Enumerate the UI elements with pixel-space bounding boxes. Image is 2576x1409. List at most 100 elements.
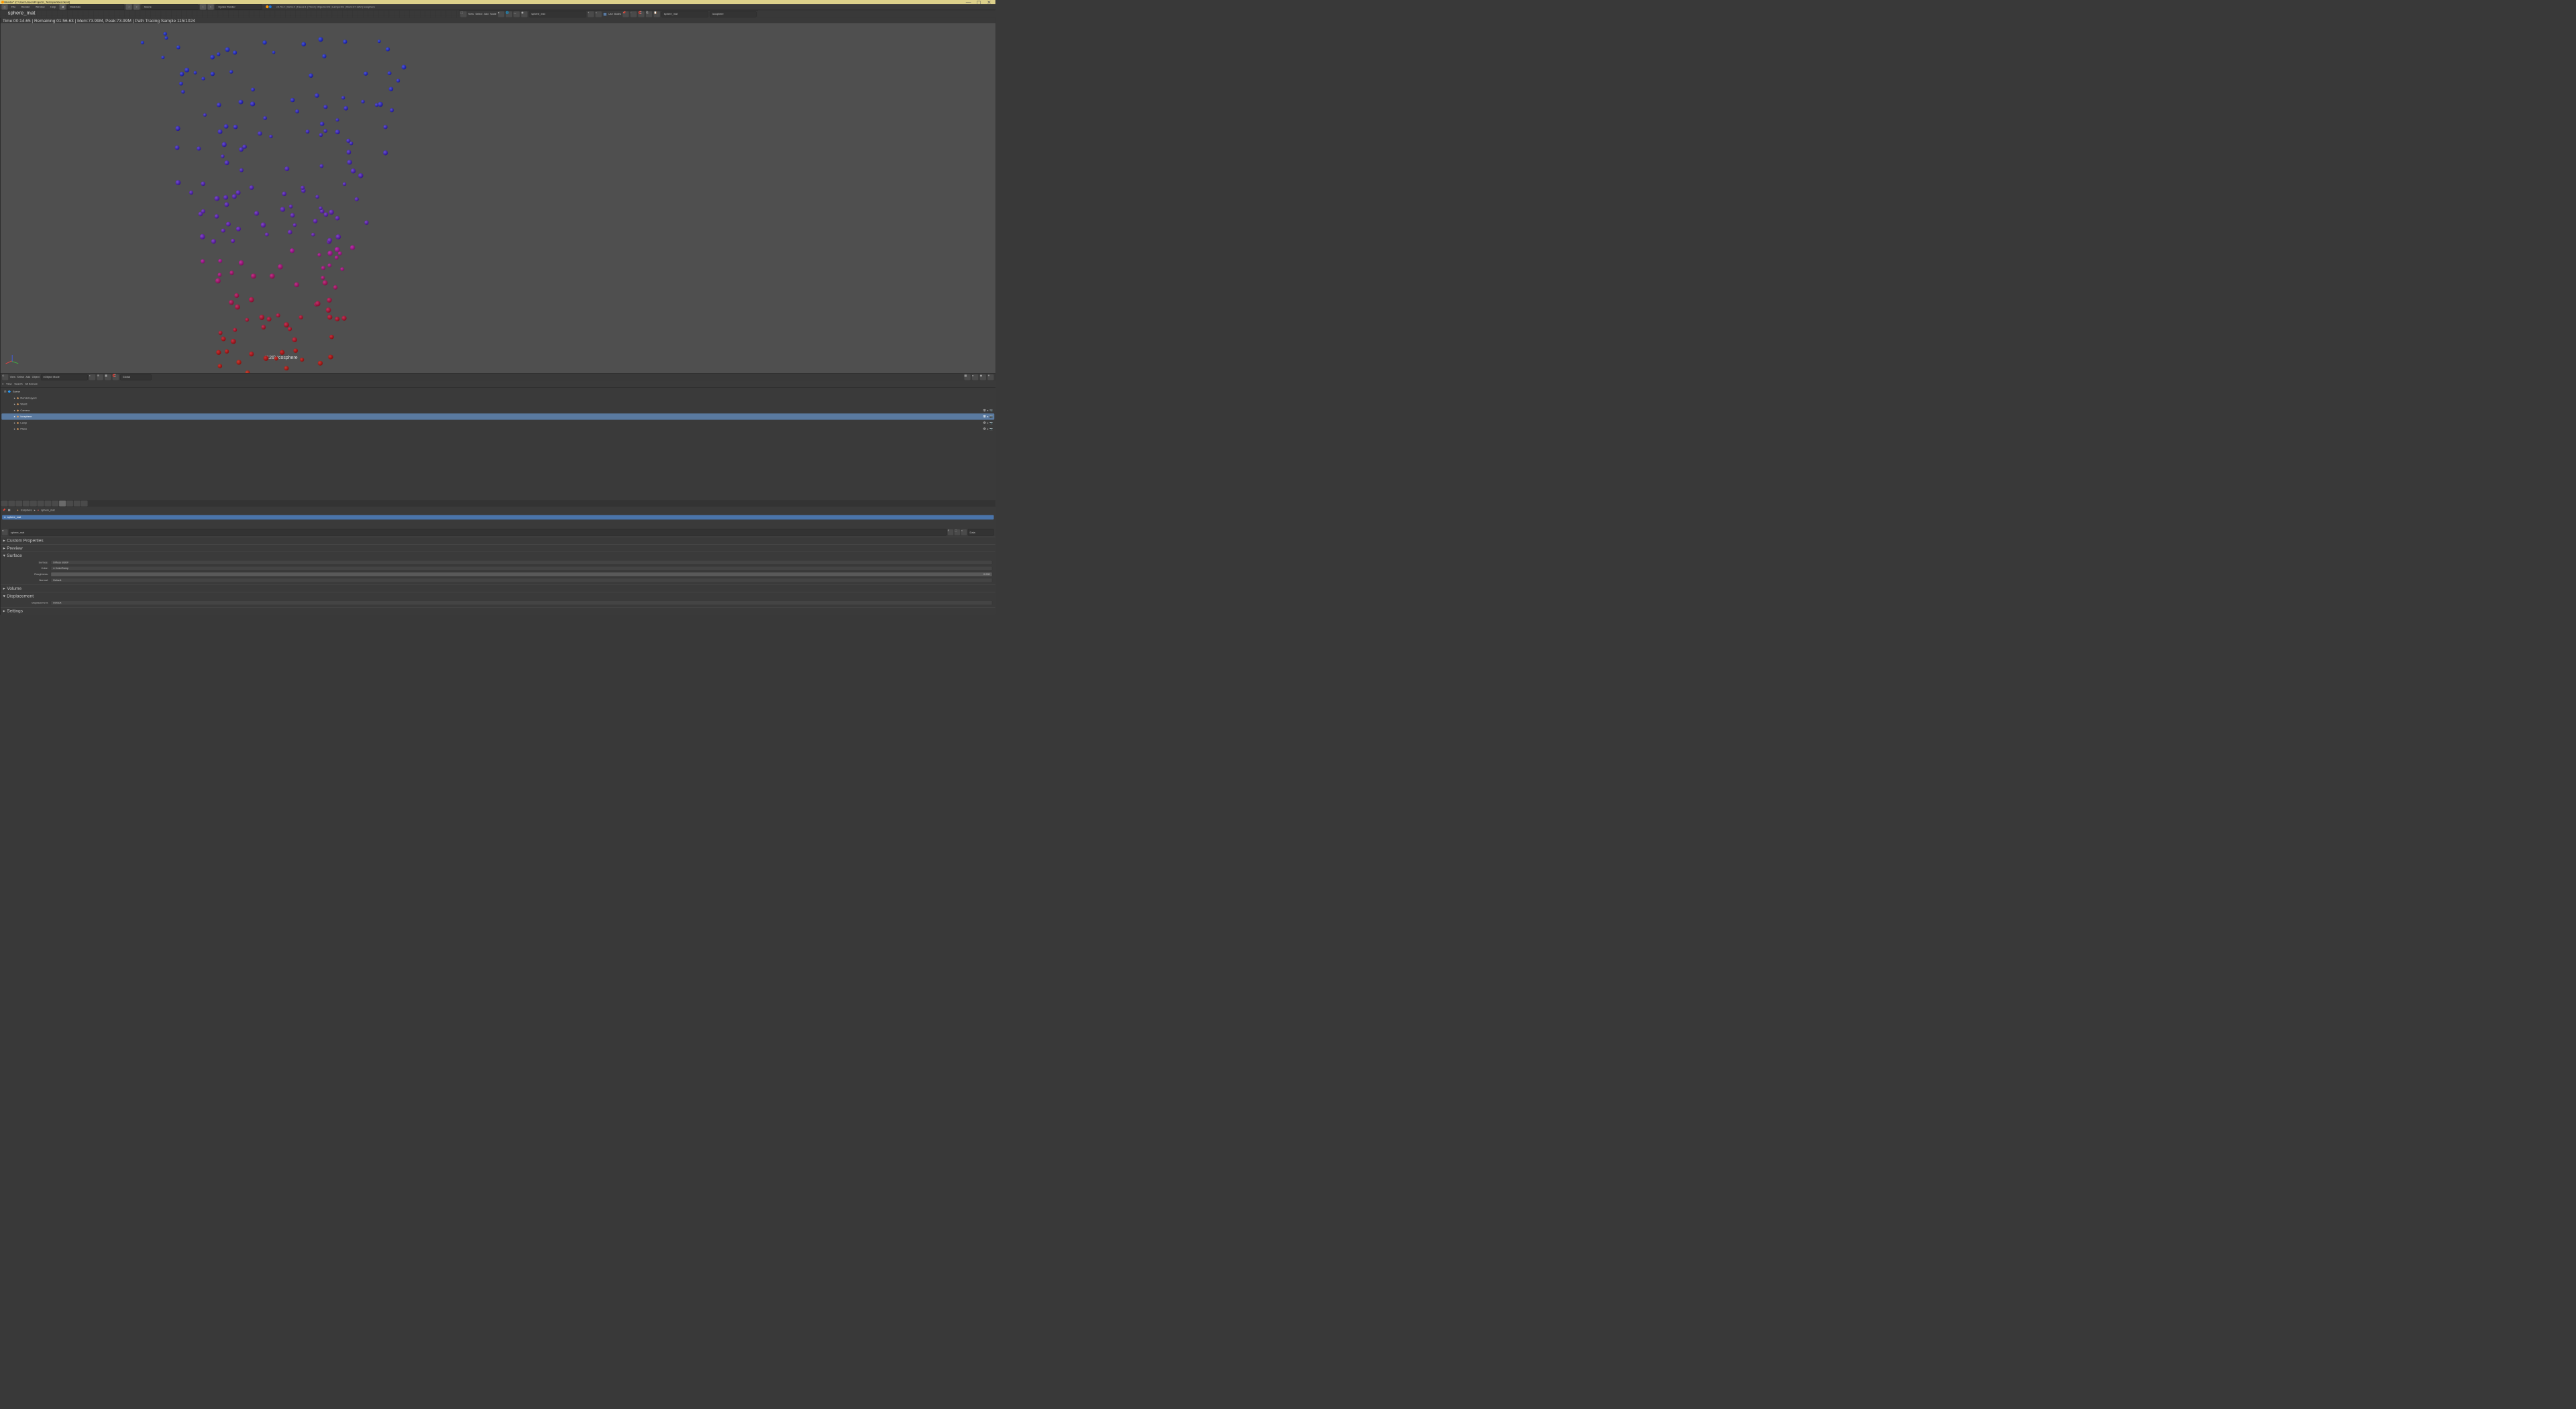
tree-type-icon[interactable]: ◉ [521,11,527,17]
3d-viewport[interactable]: ✛ (126) Icosphere [1,23,996,373]
panel-displacement[interactable]: Displacement [1,592,996,600]
menu-search[interactable]: Search [14,382,22,385]
mode-dropdown[interactable]: ● Object Mode [41,374,88,380]
tab-renderlayers[interactable] [8,501,15,507]
panel-volume[interactable]: Volume [1,585,996,592]
snap-icon[interactable]: 🧲 [638,11,644,17]
world-type-icon[interactable]: 🌐 [506,11,512,17]
menu-add[interactable]: Add [25,376,30,378]
outliner-item[interactable]: ▸◆Plane👁▸📷 [1,426,994,432]
layout-add-button[interactable]: + [125,4,131,10]
render-mode-mat-icon[interactable]: ◉ [980,374,986,380]
go-parent-icon[interactable]: ↑ [631,11,637,17]
particle-sphere [276,313,280,317]
menu-view[interactable]: View [468,13,474,15]
menu-node[interactable]: Node [490,13,496,15]
material-slot-list[interactable]: ●sphere_mat [1,513,996,527]
displacement-dropdown[interactable]: Default [51,601,992,605]
tab-world[interactable] [23,501,30,507]
tab-scene[interactable] [15,501,22,507]
outliner-item[interactable]: ▸◆RenderLayers [1,395,994,401]
normal-dropdown[interactable]: Default [51,578,992,583]
menu-object[interactable]: Object [32,376,40,378]
menu-window[interactable]: Window [34,5,47,8]
menu-add[interactable]: Add [484,13,489,15]
material-field[interactable]: sphere_mat [529,11,586,17]
menu-help[interactable]: Help [48,5,58,8]
snap-icon[interactable]: 🧲 [113,374,119,380]
surface-shader-dropdown[interactable]: Diffuse BSDF [51,560,992,565]
paste-icon[interactable]: 📋 [654,11,660,17]
tab-particles[interactable] [74,501,80,507]
render-mode-rendered-icon[interactable]: ☀ [987,374,994,380]
new-button[interactable]: + [588,11,594,17]
layers-icon[interactable]: ▦ [105,374,111,380]
menu-view[interactable]: View [10,376,15,378]
tab-texture[interactable] [66,501,73,507]
menu-select[interactable]: Select [475,13,482,15]
scene-del-button[interactable]: × [208,4,214,10]
panel-custom-properties[interactable]: Custom Properties [1,537,996,544]
outliner-item[interactable]: ▸◆Icosphere👁▸📷 [1,413,994,419]
scene-item[interactable]: Scene [13,390,20,393]
menu-view[interactable]: View [6,382,11,385]
fake-user-button[interactable]: F [948,529,954,535]
particle-sphere [347,150,352,155]
node-editor-area[interactable]: Particle Info Index Age Lifetime Locatio… [0,10,459,18]
roughness-field[interactable]: 0.000 [51,572,992,577]
scene-add-button[interactable]: + [200,4,206,10]
pivot-icon[interactable]: ⊕ [97,374,103,380]
scene-field[interactable]: Scene [142,4,199,10]
unlink-button[interactable]: × [961,529,967,535]
menu-select[interactable]: Select [17,376,24,378]
shader-type-icon[interactable]: ● [498,11,504,17]
del-button[interactable]: × [596,11,602,17]
screen-layout-field[interactable]: Materials [67,4,124,10]
particle-sphere [221,154,224,158]
display-mode-dropdown[interactable]: All Scenes [25,382,72,385]
tab-modifiers[interactable] [44,501,51,507]
particle-sphere [233,328,237,332]
color-input-dropdown[interactable]: ● ColorRamp [51,566,992,571]
material-name-field[interactable]: sphere_mat [9,529,947,535]
outliner-tree[interactable]: ⊟🔷Scene ▸◆RenderLayers▸◆World▸◆Camera👁▸📷… [1,388,996,501]
line-type-icon[interactable]: 〰 [513,11,519,17]
menu-file[interactable]: File [9,5,17,8]
editor-type-icon[interactable]: ⓘ [1,4,7,10]
particle-sphere [181,90,184,93]
tab-material[interactable] [59,501,66,507]
render-engine-dropdown[interactable]: Cycles Render [215,4,262,10]
copy-icon[interactable]: ⎘ [646,11,652,17]
panel-preview[interactable]: Preview [1,544,996,552]
editor-type-icon[interactable]: ◇ [2,374,8,380]
material-browse-icon[interactable]: ● [2,529,8,535]
tab-physics[interactable] [81,501,88,507]
panel-surface[interactable]: Surface [1,552,996,560]
menu-render[interactable]: Render [19,5,32,8]
orientation-dropdown[interactable]: Global [120,374,151,380]
pin-icon[interactable]: 📌 [623,11,629,17]
breadcrumb-material[interactable]: sphere_mat [41,509,54,511]
render-mode-wire-icon[interactable]: ▦ [964,374,970,380]
nodes-button[interactable]: ⬚ [955,529,961,535]
outliner-item[interactable]: ▸◆World [1,401,994,407]
tab-object[interactable] [30,501,37,507]
link-dropdown[interactable]: Data [968,529,994,535]
shading-icon[interactable]: ◐ [89,374,95,380]
tab-constraints[interactable] [38,501,44,507]
outliner-item[interactable]: ▸◆Camera👁▸📷 [1,407,994,413]
tab-render[interactable] [1,501,8,507]
back-button[interactable]: ◀ [60,4,66,10]
outliner-item[interactable]: ▸◆Lamp👁▸📷 [1,420,994,426]
layout-del-button[interactable]: × [133,4,140,10]
editor-type-icon[interactable]: ≡ [2,382,3,385]
material-field-2[interactable]: sphere_mat [661,11,708,17]
use-nodes-checkbox[interactable] [603,12,606,15]
object-field[interactable]: Icosphere [710,11,757,17]
breadcrumb-object[interactable]: Icosphere [21,509,32,511]
tab-data[interactable] [52,501,58,507]
panel-settings[interactable]: Settings [1,607,996,615]
render-mode-solid-icon[interactable]: ● [972,374,978,380]
editor-type-icon[interactable]: ⬚ [460,11,466,17]
window-title: Blender* [C:\Users\Jason\Projects\_Tests… [4,1,70,3]
